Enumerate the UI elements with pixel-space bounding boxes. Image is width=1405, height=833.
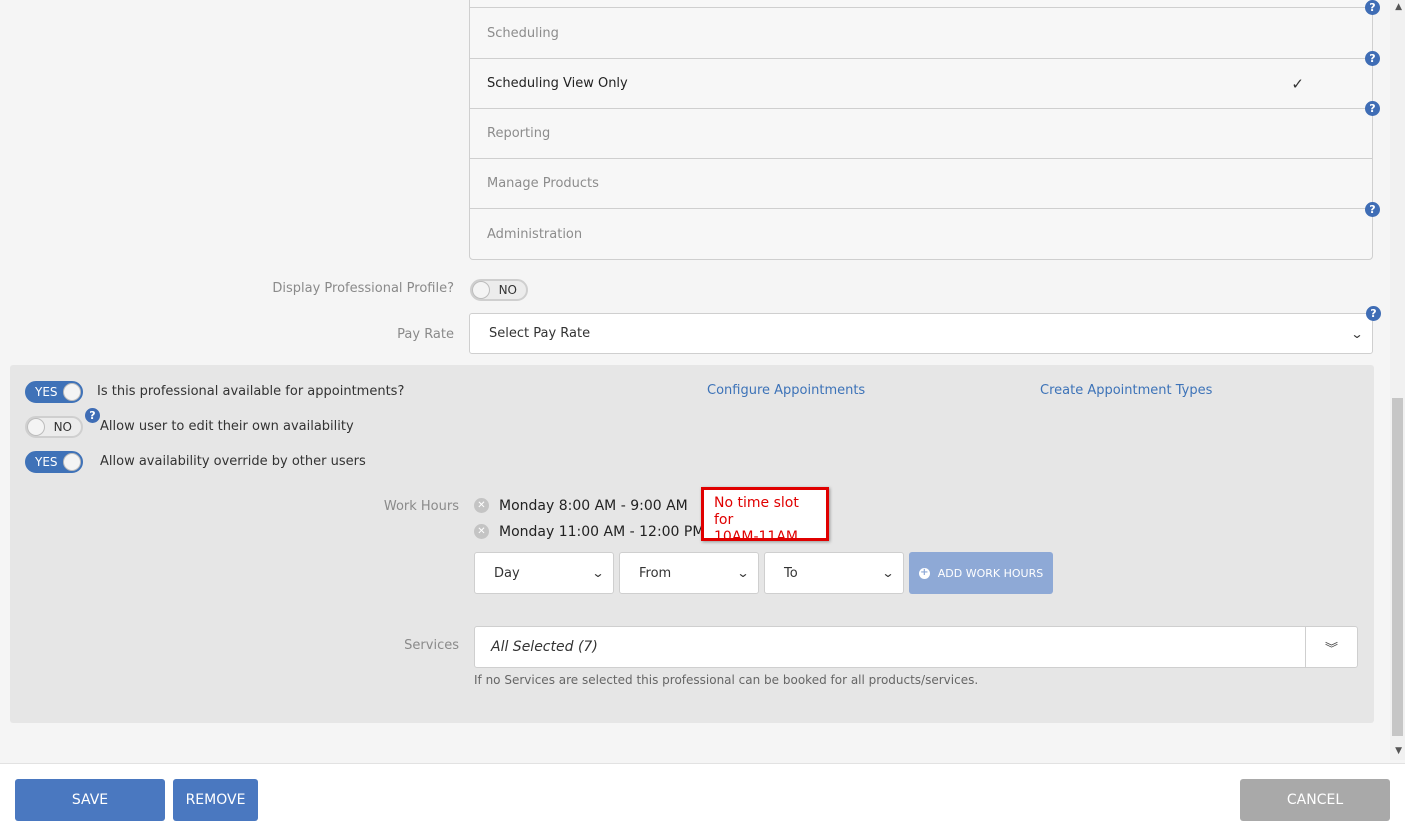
create-appointment-types-link[interactable]: Create Appointment Types [1040, 383, 1212, 398]
double-chevron-down-icon[interactable]: ︾ [1305, 627, 1357, 667]
toggle-knob [27, 418, 45, 436]
services-multiselect[interactable]: All Selected (7) ︾ [474, 626, 1358, 668]
toggle-label: YES [35, 385, 58, 399]
toggle-knob [63, 383, 81, 401]
to-select-value: To [784, 565, 798, 581]
toggle-knob [472, 281, 490, 299]
divider [469, 7, 1373, 8]
chevron-down-icon: ⌄ [736, 566, 750, 580]
work-hours-entry: Monday 8:00 AM - 9:00 AM [499, 498, 688, 514]
day-select-value: Day [494, 565, 520, 581]
scrollbar-thumb[interactable] [1392, 398, 1403, 736]
scroll-up-arrow-icon[interactable]: ▲ [1395, 2, 1402, 12]
help-icon[interactable]: ? [1365, 101, 1380, 116]
toggle-label: NO [53, 420, 72, 434]
permission-label: Administration [487, 227, 583, 242]
configure-appointments-link[interactable]: Configure Appointments [707, 383, 865, 398]
permission-item-reporting[interactable]: Reporting [470, 108, 1372, 158]
day-select[interactable]: Day ⌄ [474, 552, 614, 594]
services-label: Services [404, 638, 459, 653]
edit-availability-toggle[interactable]: NO [25, 416, 83, 438]
display-profile-label: Display Professional Profile? [272, 281, 454, 296]
help-icon[interactable]: ? [85, 408, 100, 423]
edit-availability-label: Allow user to edit their own availabilit… [100, 419, 354, 434]
toggle-knob [63, 453, 81, 471]
from-select[interactable]: From ⌄ [619, 552, 759, 594]
pay-rate-value: Select Pay Rate [489, 326, 591, 341]
chevron-down-icon: ⌄ [881, 566, 895, 580]
pay-rate-select[interactable]: Select Pay Rate ⌄ [469, 313, 1373, 354]
display-profile-toggle[interactable]: NO [470, 279, 528, 301]
work-hours-entry: Monday 11:00 AM - 12:00 PM [499, 524, 705, 540]
permission-label: Scheduling View Only [487, 76, 628, 91]
scroll-down-arrow-icon[interactable]: ▼ [1395, 746, 1402, 756]
callout-line: 10AM-11AM. [714, 529, 803, 545]
permission-item-manage-products[interactable]: Manage Products [470, 158, 1372, 208]
cancel-button[interactable]: CANCEL [1240, 779, 1390, 821]
add-work-hours-label: ADD WORK HOURS [937, 566, 1044, 580]
permissions-list: Scheduling Scheduling View Only ✓ Report… [469, 0, 1373, 260]
override-toggle[interactable]: YES [25, 451, 83, 473]
permission-item-scheduling-view-only[interactable]: Scheduling View Only ✓ [470, 58, 1372, 108]
plus-circle-icon: + [918, 567, 930, 579]
permission-label: Manage Products [487, 176, 599, 191]
help-icon[interactable]: ? [1366, 306, 1381, 321]
add-work-hours-button[interactable]: + ADD WORK HOURS [909, 552, 1053, 594]
annotation-callout: No time slot for 10AM-11AM. [701, 487, 829, 545]
permission-label: Scheduling [487, 25, 559, 41]
permission-item-administration[interactable]: Administration [470, 208, 1372, 260]
check-icon: ✓ [1291, 74, 1304, 93]
permission-item-scheduling[interactable]: Scheduling [470, 8, 1372, 58]
remove-button[interactable]: REMOVE [173, 779, 258, 821]
permission-label: Reporting [487, 126, 551, 141]
work-hours-label: Work Hours [383, 499, 459, 514]
services-value: All Selected (7) [491, 639, 598, 655]
pay-rate-label: Pay Rate [397, 327, 454, 342]
appointments-toggle[interactable]: YES [25, 381, 83, 403]
callout-line: No time slot for [714, 495, 799, 528]
remove-icon[interactable]: ✕ [474, 498, 489, 513]
toggle-label: NO [498, 283, 517, 297]
help-icon[interactable]: ? [1365, 51, 1380, 66]
chevron-down-icon: ⌄ [591, 566, 605, 580]
override-label: Allow availability override by other use… [100, 454, 366, 469]
remove-icon[interactable]: ✕ [474, 524, 489, 539]
toggle-label: YES [35, 455, 58, 469]
from-select-value: From [639, 565, 672, 581]
help-icon[interactable]: ? [1365, 202, 1380, 217]
appointments-label: Is this professional available for appoi… [97, 384, 405, 399]
services-hint: If no Services are selected this profess… [474, 673, 979, 687]
save-button[interactable]: SAVE [15, 779, 165, 821]
help-icon[interactable]: ? [1365, 0, 1380, 15]
chevron-down-icon: ⌄ [1350, 326, 1364, 341]
to-select[interactable]: To ⌄ [764, 552, 904, 594]
